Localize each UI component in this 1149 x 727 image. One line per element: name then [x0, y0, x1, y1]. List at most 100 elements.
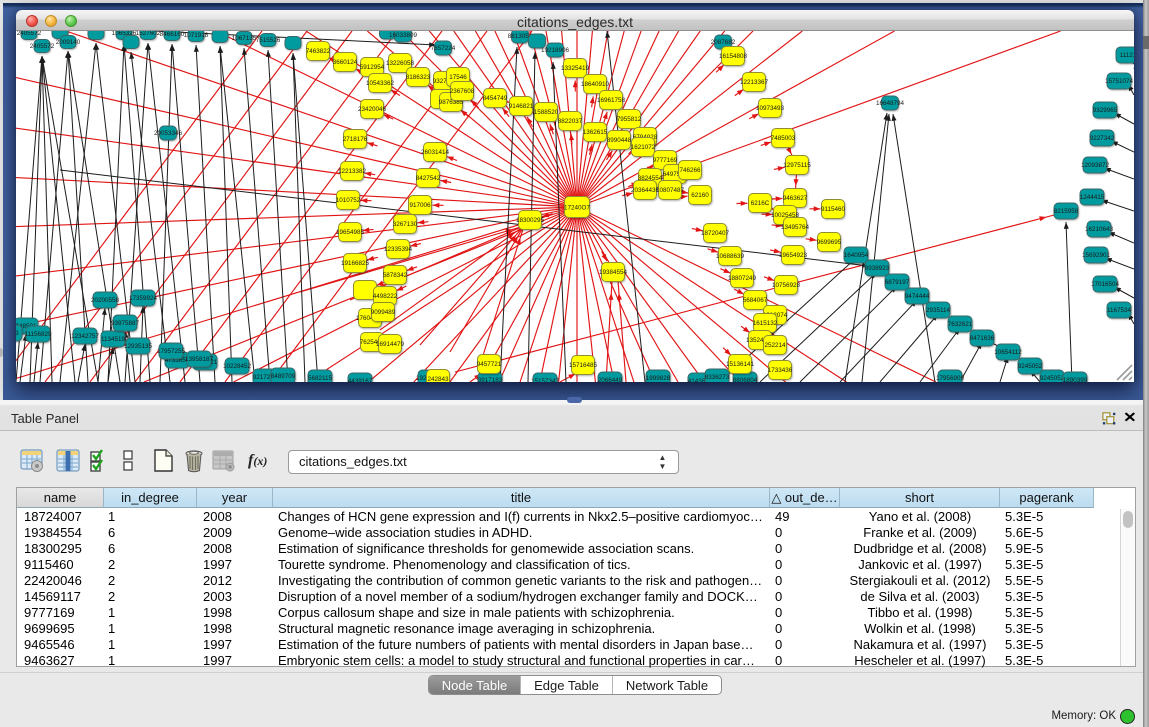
svg-text:12335394: 12335394 [384, 246, 413, 253]
svg-text:15692901: 15692901 [1082, 252, 1111, 259]
svg-text:13226058: 13226058 [386, 60, 415, 67]
svg-text:8466160: 8466160 [160, 31, 185, 38]
svg-text:17546: 17546 [449, 74, 467, 81]
svg-text:746266: 746266 [679, 167, 701, 174]
svg-text:1615132: 1615132 [753, 320, 778, 327]
svg-text:9777169: 9777169 [653, 157, 678, 164]
svg-text:2087682: 2087682 [711, 39, 736, 46]
svg-text:18640910: 18640910 [581, 81, 610, 88]
svg-text:1244415: 1244415 [1080, 194, 1105, 201]
svg-text:3917183: 3917183 [478, 377, 503, 382]
svg-text:1588520: 1588520 [534, 109, 559, 116]
svg-text:9463627: 9463627 [783, 195, 808, 202]
svg-text:9245052: 9245052 [1018, 363, 1043, 370]
svg-text:18807249: 18807249 [728, 275, 757, 282]
svg-text:917006: 917006 [409, 202, 431, 209]
svg-text:13325419: 13325419 [561, 65, 590, 72]
svg-text:16648794: 16648794 [876, 100, 905, 107]
svg-text:8471636: 8471636 [970, 335, 995, 342]
svg-text:1890399: 1890399 [1063, 377, 1088, 382]
svg-text:19654923: 19654923 [779, 252, 808, 259]
svg-text:9329965: 9329965 [1093, 107, 1118, 114]
svg-text:13495764: 13495764 [781, 224, 810, 231]
svg-text:12935135: 12935135 [124, 343, 153, 350]
svg-text:9457721: 9457721 [477, 361, 502, 368]
svg-text:10654112: 10654112 [994, 349, 1022, 356]
svg-text:39143: 39143 [16, 330, 19, 337]
svg-text:93975887: 93975887 [111, 320, 140, 327]
svg-text:1527602: 1527602 [136, 31, 161, 37]
svg-text:252214: 252214 [764, 342, 786, 349]
svg-text:2009140: 2009140 [56, 39, 81, 46]
svg-text:2066449: 2066449 [598, 377, 623, 382]
svg-text:5682115: 5682115 [308, 375, 333, 382]
svg-text:17956909: 17956909 [936, 375, 965, 382]
svg-text:9227342: 9227342 [1090, 135, 1115, 142]
svg-text:10756928: 10756928 [772, 282, 801, 289]
svg-text:13958187: 13958187 [185, 356, 214, 363]
svg-text:12093872: 12093872 [1081, 162, 1110, 169]
svg-text:23420046: 23420046 [358, 106, 387, 113]
svg-text:2935114: 2935114 [926, 307, 951, 314]
svg-text:1167534: 1167534 [1107, 307, 1132, 314]
svg-text:7515526: 7515526 [256, 37, 281, 44]
svg-text:1999828: 1999828 [646, 375, 671, 382]
svg-text:7857224: 7857224 [431, 45, 456, 52]
svg-text:8990448: 8990448 [607, 137, 632, 144]
svg-text:16961758: 16961758 [597, 97, 626, 104]
svg-text:1621072: 1621072 [631, 144, 656, 151]
svg-text:11121: 11121 [1120, 52, 1134, 59]
svg-text:20053346: 20053346 [154, 130, 183, 137]
svg-text:5912954: 5912954 [360, 64, 385, 71]
svg-text:8806804: 8806804 [733, 377, 758, 382]
svg-text:2405572: 2405572 [30, 43, 55, 50]
svg-text:2405572: 2405572 [17, 31, 42, 37]
svg-text:8336273: 8336273 [705, 374, 730, 381]
svg-text:2367608: 2367608 [450, 88, 475, 95]
svg-text:3660124: 3660124 [333, 59, 358, 66]
svg-text:12342757: 12342757 [71, 333, 100, 340]
svg-text:12213367: 12213367 [740, 79, 769, 86]
svg-text:1733436: 1733436 [768, 367, 793, 374]
svg-text:9099489: 9099489 [371, 309, 396, 316]
svg-text:19654985: 19654985 [336, 229, 365, 236]
svg-text:4498222: 4498222 [373, 293, 398, 300]
svg-text:18720407: 18720407 [701, 230, 730, 237]
svg-text:16210643: 16210643 [1085, 226, 1114, 233]
svg-text:10543362: 10543362 [366, 80, 395, 87]
svg-text:10688639: 10688639 [716, 253, 745, 260]
svg-text:15136141: 15136141 [726, 361, 755, 368]
svg-text:62160: 62160 [691, 192, 709, 199]
svg-text:3267130: 3267130 [393, 221, 418, 228]
svg-text:8938923: 8938923 [865, 265, 890, 272]
svg-text:18300295: 18300295 [516, 217, 545, 224]
svg-text:17957255: 17957255 [157, 348, 186, 355]
svg-text:7632621: 7632621 [948, 321, 973, 328]
svg-text:19166825: 19166825 [341, 260, 370, 267]
svg-text:15751074: 15751074 [1105, 78, 1134, 85]
svg-text:26031414: 26031414 [421, 149, 450, 156]
svg-text:2718176: 2718176 [343, 136, 368, 143]
svg-text:10807487: 10807487 [656, 187, 685, 194]
svg-text:8454749: 8454749 [483, 95, 508, 102]
svg-text:17016504: 17016504 [1091, 281, 1120, 288]
svg-text:12213382: 12213382 [338, 168, 367, 175]
svg-text:17240O7: 17240O7 [564, 204, 590, 211]
svg-text:17359924: 17359924 [129, 295, 158, 302]
svg-text:16914479: 16914479 [376, 341, 405, 348]
svg-text:16154808: 16154808 [719, 53, 748, 60]
svg-text:9146821: 9146821 [509, 103, 534, 110]
svg-text:20200558: 20200558 [91, 297, 120, 304]
svg-text:1362615: 1362615 [583, 129, 608, 136]
svg-text:16033809: 16033809 [389, 32, 418, 39]
svg-text:8822037: 8822037 [558, 118, 583, 125]
svg-text:9699695: 9699695 [817, 239, 842, 246]
svg-text:15716485: 15716485 [569, 362, 598, 369]
svg-text:6216C: 6216C [751, 200, 770, 207]
svg-text:7463822: 7463822 [306, 48, 331, 55]
svg-text:9245052: 9245052 [1040, 375, 1065, 382]
svg-text:11156829: 11156829 [24, 331, 52, 338]
svg-text:5878342: 5878342 [383, 272, 408, 279]
svg-text:242843: 242843 [427, 376, 449, 382]
svg-text:12975115: 12975115 [783, 162, 811, 169]
